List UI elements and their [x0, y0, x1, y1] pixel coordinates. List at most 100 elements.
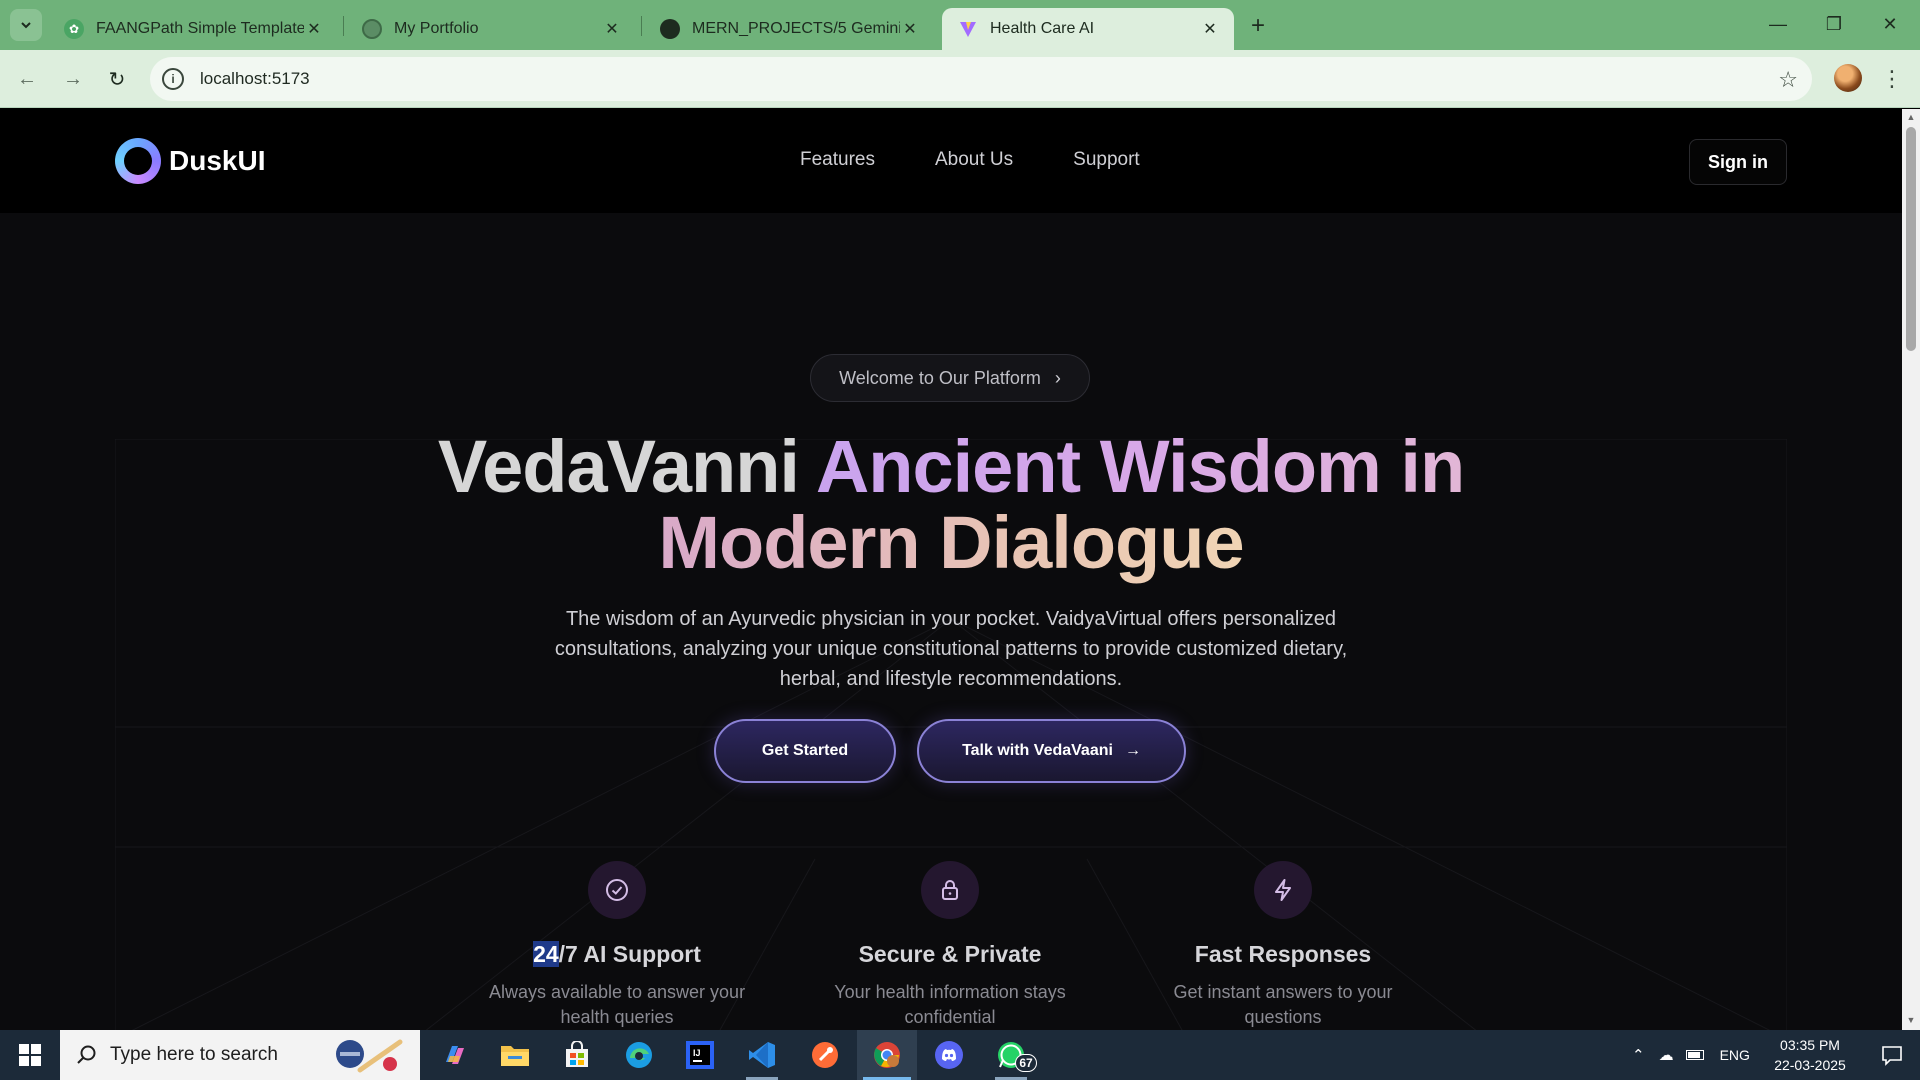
hero-title-brand: VedaVanni: [437, 425, 800, 508]
feature-description: Always available to answer your health q…: [488, 982, 746, 1027]
welcome-pill[interactable]: Welcome to Our Platform ›: [810, 354, 1090, 402]
minimize-button[interactable]: —: [1758, 10, 1798, 38]
tab-mern-projects[interactable]: MERN_PROJECTS/5 Gemini Clon ✕: [644, 8, 934, 50]
taskbar-postman[interactable]: [795, 1030, 855, 1080]
feature-title: Fast Responses: [1194, 941, 1372, 967]
talk-with-vedavaani-button[interactable]: Talk with VedaVaani →: [917, 719, 1186, 783]
restore-button[interactable]: ❐: [1814, 10, 1854, 38]
close-window-button[interactable]: ✕: [1870, 10, 1910, 38]
tab-search-button[interactable]: [10, 9, 42, 41]
feature-description: Get instant answers to your questions: [1173, 982, 1393, 1027]
windows-taskbar: Type here to search IJ 67 ⌃ ☁ ENG 03:35 …: [0, 1030, 1920, 1080]
postman-icon: [812, 1042, 838, 1068]
site-nav: Features About Us Support: [800, 149, 1140, 171]
lock-icon: [921, 861, 979, 919]
search-icon: [77, 1045, 96, 1064]
feature-ai-support: 24/7 AI Support Always available to answ…: [467, 861, 767, 1030]
hero-title-gradient: Ancient Wisdom in: [815, 425, 1465, 508]
logo-ring-icon: [115, 138, 161, 184]
onedrive-network-icon[interactable]: ☁: [1659, 1046, 1674, 1064]
tab-faangpath[interactable]: ✿ FAANGPath Simple Template - C ✕: [48, 8, 338, 50]
feature-title: Secure & Private: [858, 941, 1042, 967]
tab-my-portfolio[interactable]: My Portfolio ✕: [346, 8, 636, 50]
file-explorer-icon: [501, 1046, 529, 1066]
scrollbar-thumb[interactable]: [1906, 127, 1916, 351]
show-hidden-icons-chevron-icon[interactable]: ⌃: [1632, 1046, 1645, 1064]
site-header: DuskUI Features About Us Support Sign in: [0, 109, 1902, 213]
feature-title-rest: /7 AI Support: [558, 941, 701, 967]
logo-text: DuskUI: [169, 145, 266, 176]
taskbar-edge[interactable]: [609, 1030, 669, 1080]
taskbar-whatsapp[interactable]: 67: [981, 1030, 1041, 1080]
taskbar-copilot[interactable]: [425, 1030, 485, 1080]
language-indicator[interactable]: ENG: [1720, 1047, 1750, 1063]
vite-icon: [958, 19, 978, 39]
browser-menu-icon[interactable]: ⋮: [1880, 64, 1904, 94]
profile-avatar[interactable]: [1834, 64, 1862, 92]
site-info-icon[interactable]: i: [162, 68, 184, 90]
clock-date: 22-03-2025: [1774, 1057, 1846, 1073]
hero-title: VedaVanni Ancient Wisdom in Modern Dialo…: [0, 429, 1902, 581]
search-highlight-cricket-icon: [336, 1039, 403, 1073]
taskbar-intellij[interactable]: IJ: [670, 1030, 730, 1080]
selected-text: 24: [533, 941, 559, 967]
feature-description: Your health information stays confidenti…: [834, 982, 1066, 1027]
microsoft-store-icon: [566, 1041, 588, 1067]
address-bar[interactable]: i localhost:5173 ☆: [150, 57, 1812, 101]
start-button[interactable]: [0, 1030, 60, 1080]
sign-in-button[interactable]: Sign in: [1689, 139, 1787, 185]
new-tab-button[interactable]: +: [1244, 12, 1272, 40]
windows-logo-icon: [19, 1044, 41, 1066]
taskbar-chrome[interactable]: [857, 1030, 917, 1080]
github-icon: [660, 19, 680, 39]
feature-title: 24/7 AI Support: [467, 941, 767, 968]
chevron-down-icon: [21, 22, 31, 29]
nav-features[interactable]: Features: [800, 149, 875, 171]
nav-support[interactable]: Support: [1073, 149, 1140, 171]
close-tab-icon[interactable]: ✕: [304, 19, 324, 39]
back-button[interactable]: ←: [12, 64, 42, 94]
overleaf-icon: ✿: [64, 19, 84, 39]
tab-separator: [641, 16, 642, 36]
discord-icon: [935, 1041, 963, 1069]
get-started-button[interactable]: Get Started: [714, 719, 896, 783]
search-placeholder: Type here to search: [110, 1044, 278, 1065]
browser-tab-bar: ✿ FAANGPath Simple Template - C ✕ My Por…: [0, 0, 1920, 50]
close-tab-icon[interactable]: ✕: [1200, 19, 1220, 39]
system-tray: ⌃ ☁ ENG: [1632, 1030, 1750, 1080]
hero-title-line2: Modern Dialogue: [658, 501, 1244, 584]
svg-text:IJ: IJ: [693, 1048, 701, 1058]
vscode-icon: [749, 1042, 775, 1068]
chrome-icon: [874, 1042, 900, 1068]
taskbar-microsoft-store[interactable]: [547, 1030, 607, 1080]
close-tab-icon[interactable]: ✕: [900, 19, 920, 39]
clock-time: 03:35 PM: [1780, 1037, 1840, 1053]
nav-about-us[interactable]: About Us: [935, 149, 1013, 171]
tab-title: My Portfolio: [394, 20, 479, 37]
site-logo[interactable]: DuskUI: [115, 138, 265, 184]
chevron-right-icon: ›: [1054, 367, 1061, 388]
browser-toolbar: ← → ↻ i localhost:5173 ☆ ⋮: [0, 50, 1920, 108]
forward-button[interactable]: →: [58, 64, 88, 94]
close-tab-icon[interactable]: ✕: [602, 19, 622, 39]
scroll-down-icon[interactable]: ▼: [1906, 1015, 1916, 1025]
web-page: DuskUI Features About Us Support Sign in…: [0, 109, 1902, 1030]
arrow-right-icon: →: [1124, 742, 1141, 759]
globe-icon: [362, 19, 382, 39]
copilot-icon: [446, 1046, 464, 1064]
feature-secure-private: Secure & Private Your health information…: [800, 861, 1100, 1030]
tab-separator: [343, 16, 344, 36]
notification-center-button[interactable]: [1862, 1030, 1920, 1080]
reload-button[interactable]: ↻: [102, 64, 132, 94]
battery-icon[interactable]: [1685, 1050, 1704, 1060]
taskbar-clock[interactable]: 03:35 PM 22-03-2025: [1765, 1035, 1855, 1075]
scroll-up-icon[interactable]: ▲: [1906, 112, 1916, 122]
taskbar-discord[interactable]: [919, 1030, 979, 1080]
page-scrollbar[interactable]: ▲ ▼: [1902, 109, 1920, 1030]
tab-health-care-ai[interactable]: Health Care AI ✕: [942, 8, 1234, 50]
taskbar-search[interactable]: Type here to search: [60, 1030, 420, 1080]
taskbar-file-explorer[interactable]: [485, 1030, 545, 1080]
bookmark-star-icon[interactable]: ☆: [1778, 67, 1798, 93]
talk-button-label: Talk with VedaVaani: [962, 742, 1113, 759]
taskbar-vscode[interactable]: [732, 1030, 792, 1080]
